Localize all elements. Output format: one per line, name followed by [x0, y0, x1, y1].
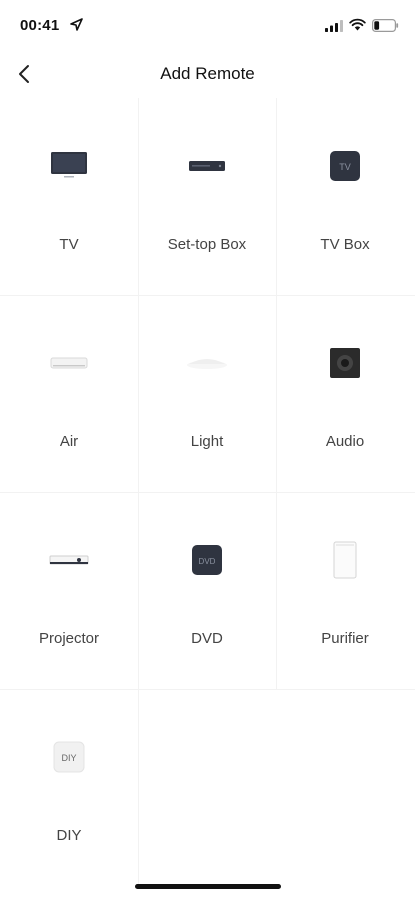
tv-icon [51, 152, 87, 178]
set-top-box-icon [189, 161, 225, 171]
device-label: Light [190, 433, 224, 450]
grid-divider [0, 295, 415, 296]
home-indicator [135, 884, 281, 889]
projector-icon [49, 555, 89, 565]
grid-divider [0, 689, 415, 690]
device-label: DVD [191, 630, 223, 647]
tv-box-icon: TV [330, 151, 360, 181]
grid-divider [276, 98, 277, 689]
diy-icon: DIY [53, 741, 85, 773]
air-conditioner-icon [50, 357, 88, 369]
purifier-icon [333, 541, 357, 579]
device-tile-purifier[interactable]: Purifier [276, 492, 414, 689]
device-tile-tv[interactable]: TV [0, 98, 138, 295]
wifi-icon [349, 18, 366, 31]
device-label: TV [59, 236, 79, 253]
device-tile-air[interactable]: Air [0, 295, 138, 492]
svg-text:DVD: DVD [199, 557, 216, 566]
grid-divider [138, 98, 139, 886]
battery-icon [372, 19, 399, 32]
device-label: Set-top Box [167, 236, 247, 253]
grid-divider [0, 492, 415, 493]
status-bar: 00:41 [0, 0, 415, 50]
cellular-signal-icon [325, 20, 343, 32]
device-tile-tv-box[interactable]: TV TV Box [276, 98, 414, 295]
device-label: Audio [325, 433, 365, 450]
device-tile-dvd[interactable]: DVD DVD [138, 492, 276, 689]
status-time: 00:41 [20, 17, 60, 34]
nav-bar: Add Remote [0, 50, 415, 98]
device-tile-set-top-box[interactable]: Set-top Box [138, 98, 276, 295]
svg-text:TV: TV [339, 162, 351, 172]
device-label: DIY [56, 827, 82, 844]
light-icon [187, 359, 227, 369]
device-label: TV Box [320, 236, 370, 253]
device-label: Purifier [321, 630, 369, 647]
audio-speaker-icon [330, 348, 360, 378]
device-tile-diy[interactable]: DIY DIY [0, 689, 138, 886]
device-tile-projector[interactable]: Projector [0, 492, 138, 689]
device-label: Projector [38, 630, 100, 647]
device-label: Air [59, 433, 79, 450]
location-arrow-icon [70, 18, 83, 31]
svg-text:DIY: DIY [61, 753, 76, 763]
page-title: Add Remote [160, 64, 255, 83]
dvd-icon: DVD [192, 545, 222, 575]
device-tile-light[interactable]: Light [138, 295, 276, 492]
device-tile-audio[interactable]: Audio [276, 295, 414, 492]
